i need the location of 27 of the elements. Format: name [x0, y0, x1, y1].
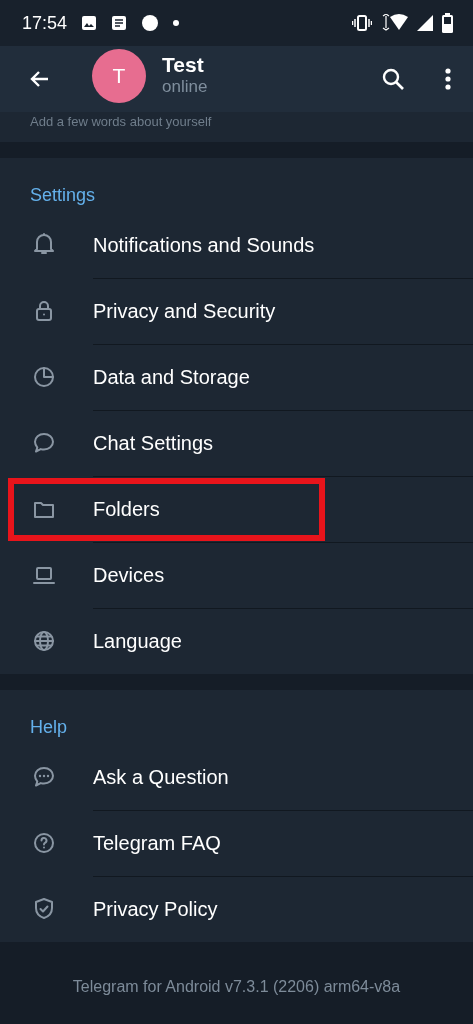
more-icon: [445, 68, 451, 90]
section-header: Help: [29, 716, 69, 739]
bio-hint: Add a few words about yourself: [29, 113, 213, 129]
menu-item[interactable]: Privacy Policy: [0, 876, 473, 942]
avatar: T: [92, 49, 146, 103]
menu-item[interactable]: Language: [0, 608, 473, 674]
wifi-icon: [380, 14, 408, 32]
menu-item[interactable]: Notifications and Sounds: [0, 212, 473, 278]
battery-icon: [442, 13, 453, 33]
menu-item[interactable]: Folders: [0, 476, 473, 542]
menu-item[interactable]: Ask a Question: [0, 744, 473, 810]
image-icon: [81, 15, 98, 31]
menu-item[interactable]: Data and Storage: [0, 344, 473, 410]
profile-status: online: [162, 77, 209, 97]
menu-item[interactable]: Telegram FAQ: [0, 810, 473, 876]
signal-icon: [416, 14, 434, 32]
clock: 17:54: [22, 12, 68, 34]
message-icon: [111, 15, 128, 31]
menu-item[interactable]: Chat Settings: [0, 410, 473, 476]
dot-icon: [173, 20, 180, 26]
profile-name: Test: [162, 53, 205, 77]
vibrate-icon: [352, 15, 372, 31]
version-text: Telegram for Android v7.3.1 (2206) arm64-v8a: [72, 978, 401, 996]
menu-item[interactable]: Privacy and Security: [0, 278, 473, 344]
search-icon: [381, 67, 405, 91]
section-header: Settings: [29, 184, 97, 207]
menu-item[interactable]: Devices: [0, 542, 473, 608]
